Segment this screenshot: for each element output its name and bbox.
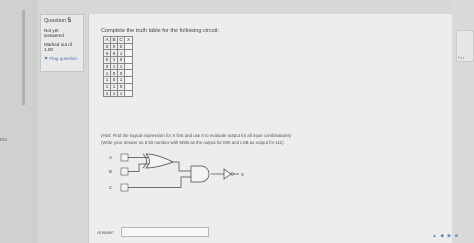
input-cell: 1 [117,62,125,71]
question-info-panel: Question 5 Not yet answered Marked out of… [40,14,84,72]
input-cell: 0 [110,76,118,84]
taskbar-icons: ▲ ◆ ▶ ■ [432,233,459,239]
input-cell: 1 [110,89,118,98]
finish-attempt-partial[interactable]: Fini [458,55,464,60]
input-box-b [120,167,129,176]
output-cell[interactable] [124,49,133,58]
input-label-c: C [109,185,113,190]
answer-input[interactable] [121,227,209,237]
input-cell: 0 [110,49,118,58]
truth-table-row: 000 [103,42,133,51]
output-label-x: X [241,172,244,177]
truth-table-row: 111 [103,89,133,98]
sidebar-partial-text: ers [0,137,7,143]
truth-table-row: 100 [103,69,133,78]
circuit-wires [128,157,239,188]
input-cell: 1 [103,69,111,78]
not-bubble [230,172,234,176]
input-label-a: A [109,155,112,160]
header-cell: B [110,36,118,44]
input-cell: 1 [110,62,118,71]
input-cell: 1 [117,89,125,98]
question-prompt: Complete the truth table for the followi… [101,28,220,34]
input-box-c [120,183,129,192]
input-cell: 0 [110,42,118,51]
input-cell: 1 [117,49,125,58]
hint-text: (Hint: Find the logical expression for X… [101,133,292,138]
flag-icon: ⚑ [44,55,49,61]
input-cell: 0 [117,69,125,78]
output-cell[interactable] [124,89,133,98]
truth-table-row: 011 [103,62,133,71]
header-cell: X [124,36,133,44]
input-box-a [120,153,129,162]
input-cell: 0 [117,56,125,64]
output-cell[interactable] [124,69,133,78]
logic-circuit-diagram: A B C X [109,153,244,192]
truth-table-row: 001 [103,49,133,58]
input-cell: 0 [103,56,111,64]
truth-table-row: 101 [103,76,133,84]
output-cell[interactable] [124,62,133,71]
input-cell: 0 [117,82,125,91]
question-content: Complete the truth table for the followi… [88,14,452,243]
truth-table-row: 010 [103,56,133,64]
question-marks: Marked out of 1.00 [44,41,73,53]
output-cell[interactable] [124,56,133,64]
truth-table-header: A B C X [103,36,133,44]
input-cell: 1 [110,56,118,64]
left-gutter [0,0,38,243]
input-cell: 1 [103,76,111,84]
or-gate [145,153,174,169]
input-cell: 0 [103,49,111,58]
input-cell: 1 [110,82,118,91]
question-status: Not yet answered [44,27,64,39]
flag-question-link[interactable]: ⚑ Flag question [44,56,80,62]
xor-extra-curve [142,153,147,169]
answer-label: Answer: [97,231,115,236]
truth-table-row: 110 [103,82,133,91]
answer-format-note: (Write your answer as 8 bit number with … [101,140,284,145]
input-cell: 1 [117,76,125,84]
input-cell: 0 [110,69,118,78]
header-cell: C [117,36,125,44]
output-cell[interactable] [124,42,133,51]
truth-table: A B C X 000001010011100101110111 [103,36,133,98]
input-cell: 0 [103,42,111,51]
not-gate [223,168,232,180]
input-cell: 1 [103,89,111,98]
input-label-b: B [109,169,112,174]
header-cell: A [103,36,111,44]
sidebar-scroll-indicator [22,10,25,105]
and-gate [190,165,210,183]
input-cell: 1 [103,82,111,91]
output-cell[interactable] [124,82,133,91]
input-cell: 0 [103,62,111,71]
output-cell[interactable] [124,76,133,84]
input-cell: 0 [117,42,125,51]
